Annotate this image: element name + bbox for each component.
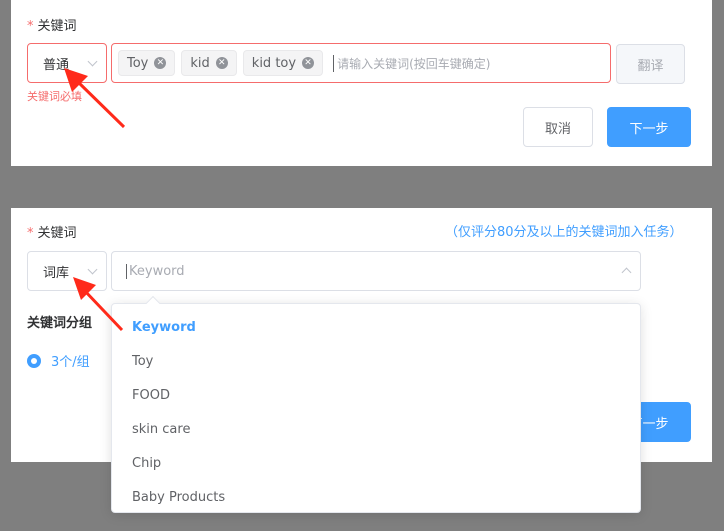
red-arrow-annotation bbox=[73, 277, 124, 332]
red-arrow-annotation bbox=[64, 68, 126, 129]
annotation-arrows bbox=[64, 68, 126, 332]
